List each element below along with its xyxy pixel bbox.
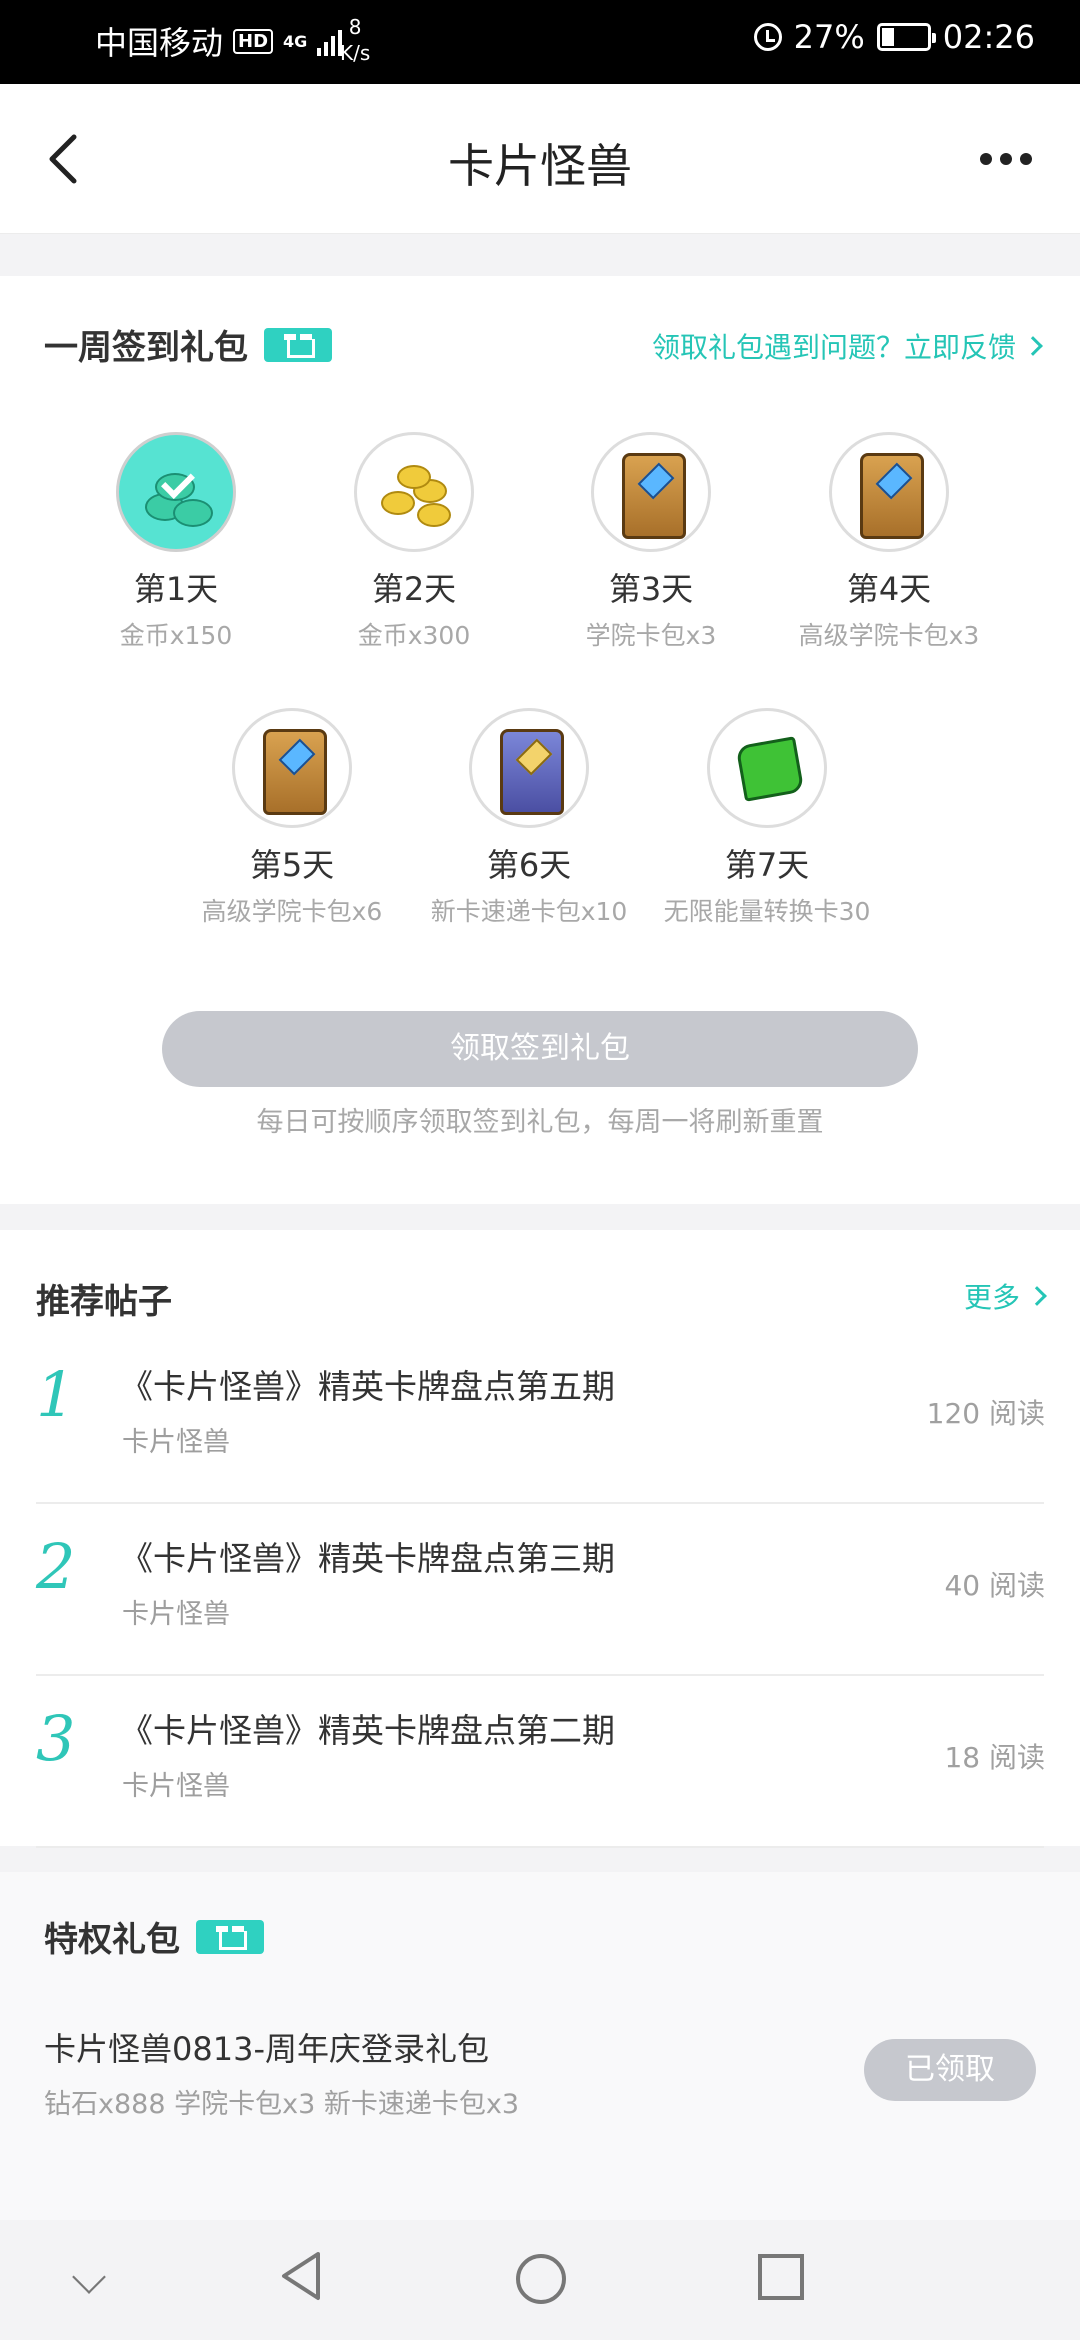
alarm-icon	[753, 23, 782, 51]
day-label: 第7天	[724, 846, 810, 884]
post-reads: 18 阅读	[944, 1741, 1045, 1774]
post-game: 卡片怪兽	[122, 1599, 230, 1630]
post-item[interactable]: 1 《卡片怪兽》精英卡牌盘点第五期 卡片怪兽 120 阅读	[0, 1332, 1080, 1504]
signin-day-7[interactable]: 第7天 无限能量转换卡30	[648, 708, 886, 928]
gift-icon	[264, 327, 332, 362]
claimed-button[interactable]: 已领取	[864, 2039, 1036, 2101]
day-reward: 高级学院卡包x3	[798, 621, 980, 650]
day-reward: 金币x300	[357, 621, 471, 650]
signin-heading: 一周签到礼包	[44, 320, 332, 369]
recommended-heading-text: 推荐帖子	[36, 1282, 172, 1322]
day-reward: 新卡速递卡包x10	[430, 897, 628, 926]
status-bar: 中国移动 HD 4G 8 K/s 27% 02:26	[0, 0, 1080, 84]
signin-day-2[interactable]: 第2天 金币x300	[295, 432, 533, 652]
more-posts-link-text: 更多	[963, 1281, 1020, 1314]
post-title: 《卡片怪兽》精英卡牌盘点第五期	[120, 1367, 615, 1406]
privilege-heading-text: 特权礼包	[44, 1920, 180, 1960]
day-label: 第6天	[486, 846, 572, 884]
privilege-gift-title: 卡片怪兽0813-周年庆登录礼包	[44, 2030, 489, 2068]
day-label: 第5天	[249, 846, 335, 884]
post-game: 卡片怪兽	[122, 1427, 230, 1458]
signin-heading-text: 一周签到礼包	[44, 328, 248, 368]
claim-signin-gift-button[interactable]: 领取签到礼包	[162, 1011, 918, 1087]
card-pack-icon	[829, 432, 949, 552]
signin-day-1[interactable]: 第1天 金币x150	[57, 432, 295, 652]
recommended-heading: 推荐帖子	[36, 1274, 172, 1323]
post-game: 卡片怪兽	[122, 1771, 230, 1802]
post-title: 《卡片怪兽》精英卡牌盘点第三期	[120, 1539, 615, 1578]
dot-icon	[980, 153, 992, 165]
post-rank: 2	[36, 1530, 76, 1603]
carrier-name: 中国移动	[95, 24, 224, 62]
day-label: 第4天	[846, 570, 932, 608]
signin-day-6[interactable]: 第6天 新卡速递卡包x10	[410, 708, 648, 928]
signin-day-4[interactable]: 第4天 高级学院卡包x3	[770, 432, 1008, 652]
network-speed-unit: K/s	[340, 41, 371, 65]
dot-icon	[1000, 153, 1012, 165]
signin-note: 每日可按顺序领取签到礼包，每周一将刷新重置	[256, 1107, 824, 1138]
nav-home-icon[interactable]	[516, 2254, 566, 2304]
collapse-icon[interactable]	[72, 2260, 106, 2294]
battery-icon	[876, 23, 936, 51]
network-speed: 8 K/s	[340, 14, 370, 66]
post-item[interactable]: 2 《卡片怪兽》精英卡牌盘点第三期 卡片怪兽 40 阅读	[0, 1504, 1080, 1676]
chevron-right-icon	[1027, 1286, 1047, 1306]
system-nav-bar	[0, 2220, 1080, 2340]
nav-back-icon[interactable]	[278, 2250, 322, 2302]
nav-recents-icon[interactable]	[758, 2254, 804, 2300]
network-speed-value: 8	[348, 15, 362, 39]
status-right: 27% 02:26	[753, 18, 1035, 56]
day-label: 第3天	[608, 570, 694, 608]
day-label: 第2天	[371, 570, 457, 608]
chevron-right-icon	[1023, 336, 1043, 356]
page-title: 卡片怪兽	[448, 139, 632, 193]
coins-claimed-icon	[116, 432, 236, 552]
card-pack-icon	[232, 708, 352, 828]
gift-icon	[196, 1919, 264, 1954]
feedback-link[interactable]: 领取礼包遇到问题？立即反馈	[651, 326, 1043, 366]
post-item[interactable]: 3 《卡片怪兽》精英卡牌盘点第二期 卡片怪兽 18 阅读	[0, 1676, 1080, 1848]
hd-icon: HD	[233, 28, 274, 54]
privilege-heading: 特权礼包	[44, 1912, 264, 1961]
battery-percent: 27%	[793, 18, 865, 56]
day-reward: 金币x150	[119, 621, 233, 650]
network-type: 4G	[283, 31, 308, 51]
more-options-button[interactable]	[980, 144, 1040, 174]
post-title: 《卡片怪兽》精英卡牌盘点第二期	[120, 1711, 615, 1750]
post-reads: 120 阅读	[926, 1397, 1045, 1430]
status-left: 中国移动 HD 4G	[95, 18, 343, 64]
title-bar: 卡片怪兽	[0, 84, 1080, 234]
privilege-gift-items: 钻石x888 学院卡包x3 新卡速递卡包x3	[44, 2089, 519, 2120]
post-reads: 40 阅读	[944, 1569, 1045, 1602]
dot-icon	[1020, 153, 1032, 165]
day-reward: 无限能量转换卡30	[663, 897, 871, 926]
day-reward: 高级学院卡包x6	[201, 897, 383, 926]
blue-card-pack-icon	[469, 708, 589, 828]
post-rank: 1	[36, 1358, 76, 1431]
signin-day-5[interactable]: 第5天 高级学院卡包x6	[173, 708, 411, 928]
signal-icon	[317, 26, 343, 56]
gold-coins-icon	[354, 432, 474, 552]
more-posts-link[interactable]: 更多	[963, 1276, 1047, 1316]
post-rank: 3	[36, 1702, 76, 1775]
divider	[36, 1846, 1044, 1848]
recommended-posts-card: 推荐帖子 更多 1 《卡片怪兽》精英卡牌盘点第五期 卡片怪兽 120 阅读 2 …	[0, 1230, 1080, 1848]
clock: 02:26	[942, 18, 1035, 56]
green-gem-icon	[707, 708, 827, 828]
day-label: 第1天	[133, 570, 219, 608]
day-reward: 学院卡包x3	[585, 621, 717, 650]
signin-day-3[interactable]: 第3天 学院卡包x3	[532, 432, 770, 652]
feedback-link-text: 领取礼包遇到问题？立即反馈	[651, 331, 1016, 364]
card-pack-icon	[591, 432, 711, 552]
